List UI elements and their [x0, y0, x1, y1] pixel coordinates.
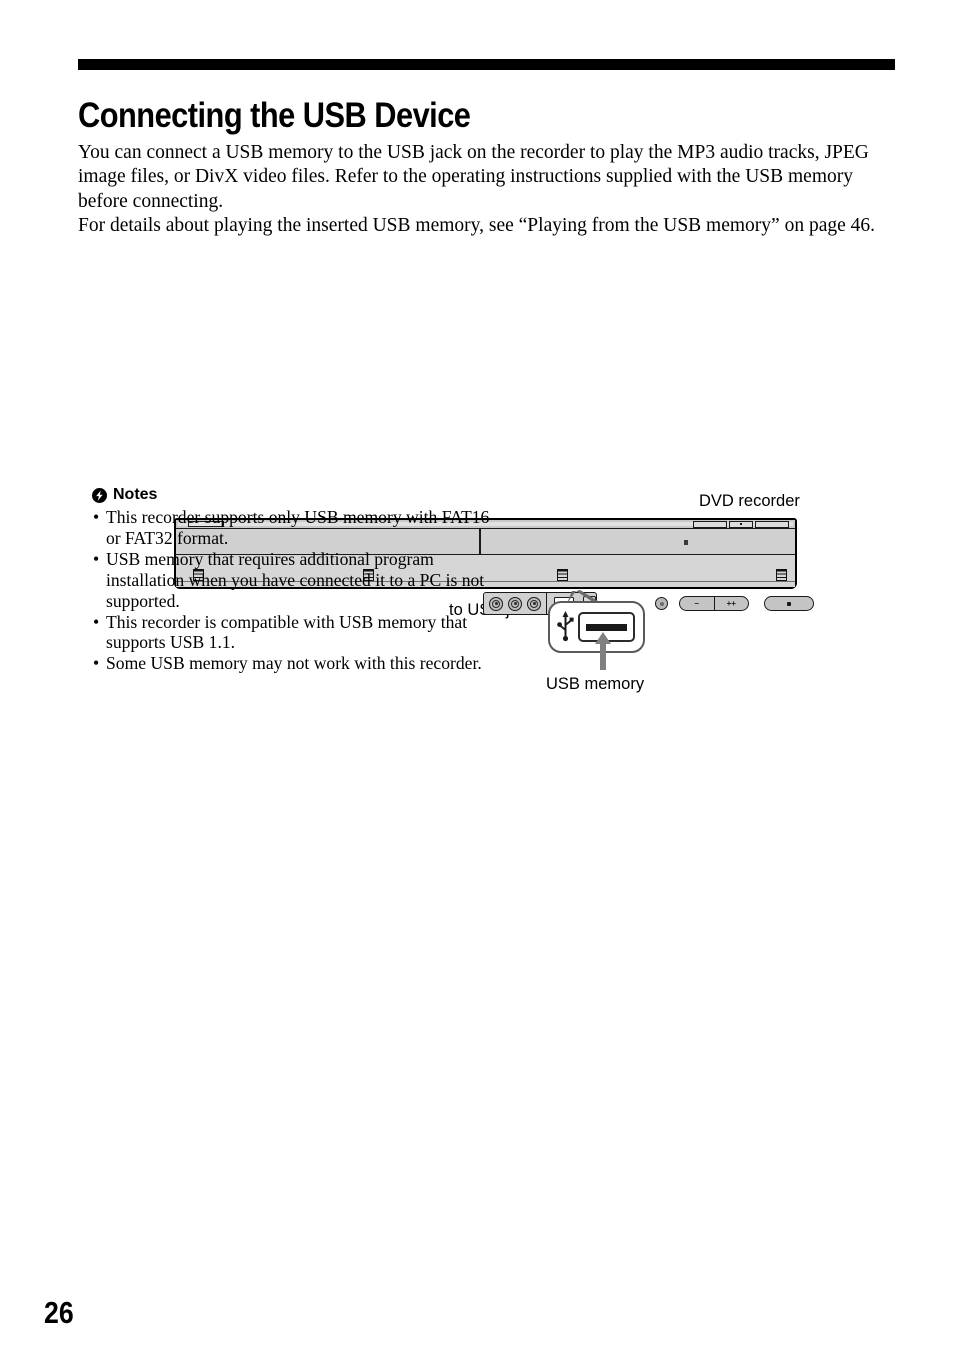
- rca-jack-group: [484, 596, 541, 611]
- note-bullet: •: [93, 548, 100, 569]
- rca-jack-icon-2: [508, 596, 522, 611]
- note-bullet: •: [93, 507, 100, 527]
- page-number: 26: [44, 1295, 74, 1330]
- display-indicator: [684, 540, 688, 545]
- note-bullet: •: [93, 653, 100, 674]
- note-item: • This recorder is compatible with USB m…: [92, 612, 492, 654]
- note-item: • This recorder supports only USB memory…: [92, 507, 492, 549]
- insert-direction-arrow-icon: [595, 632, 611, 670]
- recorder-vent-3: [557, 569, 568, 581]
- page-title: Connecting the USB Device: [78, 96, 471, 136]
- rocker-plus-label: ++: [713, 597, 749, 610]
- panel-divider: [546, 593, 548, 614]
- note-text: This recorder is compatible with USB mem…: [106, 611, 468, 653]
- recorder-top-buttons: [693, 521, 789, 528]
- note-text: This recorder supports only USB memory w…: [106, 507, 490, 548]
- recorder-vent-4: [776, 569, 787, 581]
- intro-paragraph-2: For details about playing the inserted U…: [78, 215, 876, 237]
- top-button-middle: [729, 521, 753, 528]
- top-button-left: [693, 521, 727, 528]
- notes-header: Notes: [92, 486, 492, 504]
- intro-text: You can connect a USB memory to the USB …: [78, 141, 890, 239]
- usb-connection-figure: DVD recorder to USB jack USB memory: [0, 243, 954, 693]
- recorder-knob-icon: [655, 597, 668, 610]
- recorder-oval-button: [764, 596, 814, 611]
- top-button-right: [755, 521, 789, 528]
- usb-trident-icon: [557, 611, 574, 642]
- label-usb-memory: USB memory: [546, 675, 645, 693]
- leader-lines: [560, 590, 616, 615]
- notes-section: Notes • This recorder supports only USB …: [92, 486, 492, 674]
- title-rule: [78, 59, 895, 70]
- label-dvd-recorder: DVD recorder: [699, 492, 800, 510]
- note-warning-icon: [92, 487, 107, 503]
- note-text: Some USB memory may not work with this r…: [106, 653, 482, 674]
- note-bullet: •: [93, 611, 100, 632]
- notes-heading: Notes: [113, 486, 158, 503]
- intro-paragraph-1: You can connect a USB memory to the USB …: [78, 142, 869, 212]
- recorder-rocker-button: – ++: [679, 596, 749, 611]
- note-item: • Some USB memory may not work with this…: [92, 653, 492, 674]
- note-text: USB memory that requires additional prog…: [106, 548, 485, 611]
- rocker-minus-label: –: [694, 598, 699, 608]
- note-item: • USB memory that requires additional pr…: [92, 549, 492, 612]
- rca-jack-icon-3: [527, 596, 541, 611]
